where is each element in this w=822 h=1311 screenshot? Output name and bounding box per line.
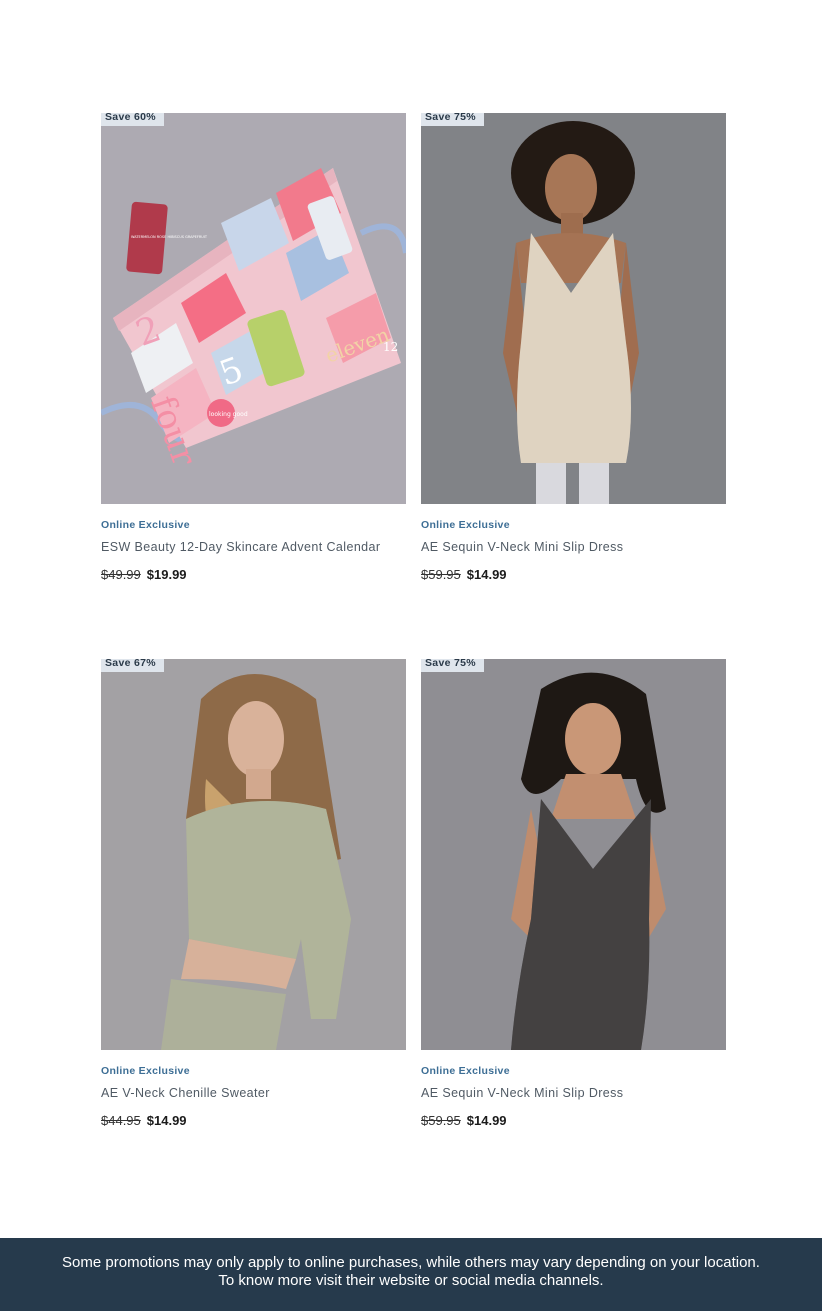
save-badge: Save 75% [421, 113, 484, 126]
sale-price: $14.99 [466, 1113, 507, 1128]
original-price: $59.95 [421, 567, 461, 582]
mask-label: WATERMELON ROSE HIBISCUS GRAPEFRUIT [131, 235, 208, 239]
sale-price: $14.99 [466, 567, 507, 582]
product-title[interactable]: AE V-Neck Chenille Sweater [101, 1086, 406, 1101]
product-card[interactable]: Save 60% 2 four 5 eleven 12 looking good… [101, 113, 406, 583]
product-card[interactable]: Save 67% Online Exclusive AE V-Neck Chen… [101, 659, 406, 1129]
looking-good-sticker: looking good [209, 411, 248, 418]
product-title[interactable]: ESW Beauty 12-Day Skincare Advent Calend… [101, 540, 406, 555]
product-card[interactable]: Save 75% Online Exclusive AE Sequin V-Ne… [421, 659, 726, 1129]
price-row: $59.95 $14.99 [421, 567, 726, 583]
disclaimer-line-2: To know more visit their website or soci… [218, 1272, 604, 1289]
product-page: Save 60% 2 four 5 eleven 12 looking good… [0, 0, 822, 1311]
online-exclusive-label: Online Exclusive [101, 519, 190, 531]
online-exclusive-label: Online Exclusive [421, 1065, 510, 1077]
promotions-disclaimer-footer: Some promotions may only apply to online… [0, 1238, 822, 1311]
sale-price: $19.99 [146, 567, 187, 582]
disclaimer-line-1: Some promotions may only apply to online… [62, 1254, 760, 1271]
save-badge: Save 60% [101, 113, 164, 126]
price-row: $49.99 $19.99 [101, 567, 406, 583]
product-image-sequin-dress-black[interactable]: Save 75% [421, 659, 726, 1050]
product-image-chenille-sweater[interactable]: Save 67% [101, 659, 406, 1050]
online-exclusive-label: Online Exclusive [101, 1065, 190, 1077]
price-row: $44.95 $14.99 [101, 1113, 406, 1129]
save-badge: Save 75% [421, 659, 484, 672]
price-row: $59.95 $14.99 [421, 1113, 726, 1129]
original-price: $59.95 [421, 1113, 461, 1128]
online-exclusive-label: Online Exclusive [421, 519, 510, 531]
product-image-advent-calendar[interactable]: Save 60% 2 four 5 eleven 12 looking good… [101, 113, 406, 504]
product-card[interactable]: Save 75% Online Exclusive AE Sequin V-Ne… [421, 113, 726, 583]
calendar-number-12: 12 [383, 340, 398, 354]
product-image-sequin-dress[interactable]: Save 75% [421, 113, 726, 504]
product-title[interactable]: AE Sequin V-Neck Mini Slip Dress [421, 540, 726, 555]
save-badge: Save 67% [101, 659, 164, 672]
product-title[interactable]: AE Sequin V-Neck Mini Slip Dress [421, 1086, 726, 1101]
sale-price: $14.99 [146, 1113, 187, 1128]
original-price: $49.99 [101, 567, 141, 582]
original-price: $44.95 [101, 1113, 141, 1128]
